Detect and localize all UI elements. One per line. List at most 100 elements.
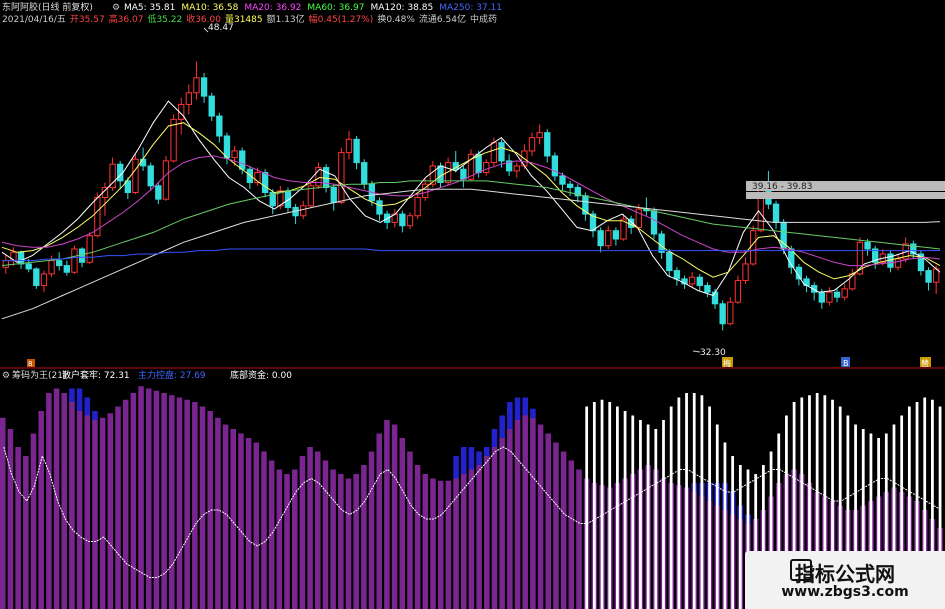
indicator-field2: 主力控盘: 27.69 <box>138 369 206 381</box>
candle-body <box>650 210 658 235</box>
bar-retail <box>115 406 121 609</box>
bar-white <box>685 393 688 609</box>
candle-body <box>658 233 665 253</box>
candle-body <box>818 291 825 303</box>
bar-retail <box>560 451 567 609</box>
bar-retail <box>530 417 536 609</box>
bar-retail <box>376 433 382 609</box>
candle-body <box>223 135 231 159</box>
candle-body <box>239 150 246 170</box>
candle-body <box>132 158 139 193</box>
bar-retail <box>422 474 429 609</box>
bar-retail <box>161 393 167 609</box>
candle-body <box>414 196 421 217</box>
bar-retail <box>230 429 237 609</box>
bar-retail <box>169 395 175 609</box>
high-label: 48.47 <box>208 23 234 33</box>
bar-retail <box>453 478 459 609</box>
bar-white <box>654 429 658 609</box>
candle-body <box>406 215 414 227</box>
bar-white <box>731 456 735 609</box>
bar-retail <box>522 415 528 609</box>
bar-retail <box>384 420 390 609</box>
bar-retail <box>69 402 75 609</box>
bar-retail <box>15 447 21 609</box>
candle-body <box>673 270 681 280</box>
bar-retail <box>138 386 144 609</box>
candle-body <box>826 291 833 303</box>
bar-main-force <box>84 397 91 416</box>
bar-white <box>646 424 650 609</box>
candle-body <box>490 142 498 164</box>
stock-chart: 东阿阿胶(日线 前复权) ⚙ MA5: 35.81 MA10: 36.58 MA20… <box>0 1 945 609</box>
bar-retail <box>245 438 252 609</box>
candle-body <box>25 263 32 270</box>
bar-retail <box>553 442 559 609</box>
bar-retail <box>199 406 206 609</box>
range-box: 39.16 - 39.83 <box>746 181 945 199</box>
bar-retail <box>84 415 91 609</box>
range-box-label: 39.16 - 39.83 <box>752 182 813 192</box>
bar-retail <box>38 411 44 609</box>
candle-body <box>772 203 780 223</box>
candle-body <box>338 152 345 203</box>
bar-retail <box>30 433 37 609</box>
bar-retail <box>476 465 482 609</box>
bar-retail <box>468 469 475 609</box>
bar-retail <box>353 474 359 609</box>
info-row-item: 中成药 <box>470 13 497 25</box>
indicator-field3: 底部资金: 0.00 <box>230 369 292 381</box>
bar-main-force <box>453 456 459 479</box>
candle-body <box>749 230 757 265</box>
bar-retail <box>268 460 275 609</box>
bar-retail <box>122 399 129 609</box>
bar-retail <box>491 447 498 609</box>
candle-body <box>513 165 520 172</box>
settings-icon[interactable]: ⚙ <box>2 371 10 381</box>
settings-icon[interactable]: ⚙ <box>112 3 120 13</box>
candle-body <box>544 132 551 157</box>
info-row-item: 额1.13亿 <box>267 13 305 25</box>
bar-main-force <box>92 411 98 420</box>
bar-white <box>723 442 727 609</box>
ma-row-item: MA120: 38.85 <box>370 3 433 13</box>
candle-body <box>612 230 620 240</box>
bar-retail <box>445 480 452 609</box>
ma-row-item: MA60: 36.97 <box>307 3 364 13</box>
bar-retail <box>23 456 29 609</box>
bar-retail <box>284 474 290 609</box>
ma-row-item: MA10: 36.58 <box>181 3 238 13</box>
bar-white <box>669 406 673 609</box>
bar-retail <box>568 460 575 609</box>
bar-white <box>715 424 719 609</box>
candle-body <box>17 251 25 265</box>
bar-retail <box>507 429 513 609</box>
bar-white <box>585 406 589 609</box>
candle-body <box>925 270 932 283</box>
bar-white <box>700 395 704 609</box>
bar-retail <box>46 393 52 609</box>
bar-white <box>608 402 612 609</box>
bar-white <box>592 402 596 609</box>
candle-body <box>208 95 215 117</box>
price-info-row: 2021/04/16/五 开35.57 高36.07 低35.22 收36.00 量314… <box>2 13 497 25</box>
bar-retail <box>130 393 137 609</box>
bar-white <box>738 465 742 609</box>
candle-body <box>437 165 444 184</box>
indicator-label: 散户套牢: 72.31 <box>62 369 130 381</box>
bar-retail <box>215 417 221 609</box>
candle-body <box>78 248 86 263</box>
bar-main-force <box>76 388 83 411</box>
bar-white <box>692 393 696 609</box>
bar-retail <box>576 469 582 609</box>
bar-retail <box>238 433 244 609</box>
ma-row-item: MA20: 36.92 <box>244 3 301 13</box>
ma-row-item: MA5: 35.81 <box>124 3 175 13</box>
bar-retail <box>514 420 521 609</box>
candle-body <box>742 263 749 282</box>
candle-body <box>559 175 566 185</box>
symbol-title: 东阿阿胶(日线 前复权) <box>2 1 93 13</box>
ma-line-ma10 <box>1 122 941 280</box>
bar-main-force <box>69 388 75 402</box>
bar-retail <box>222 424 229 609</box>
